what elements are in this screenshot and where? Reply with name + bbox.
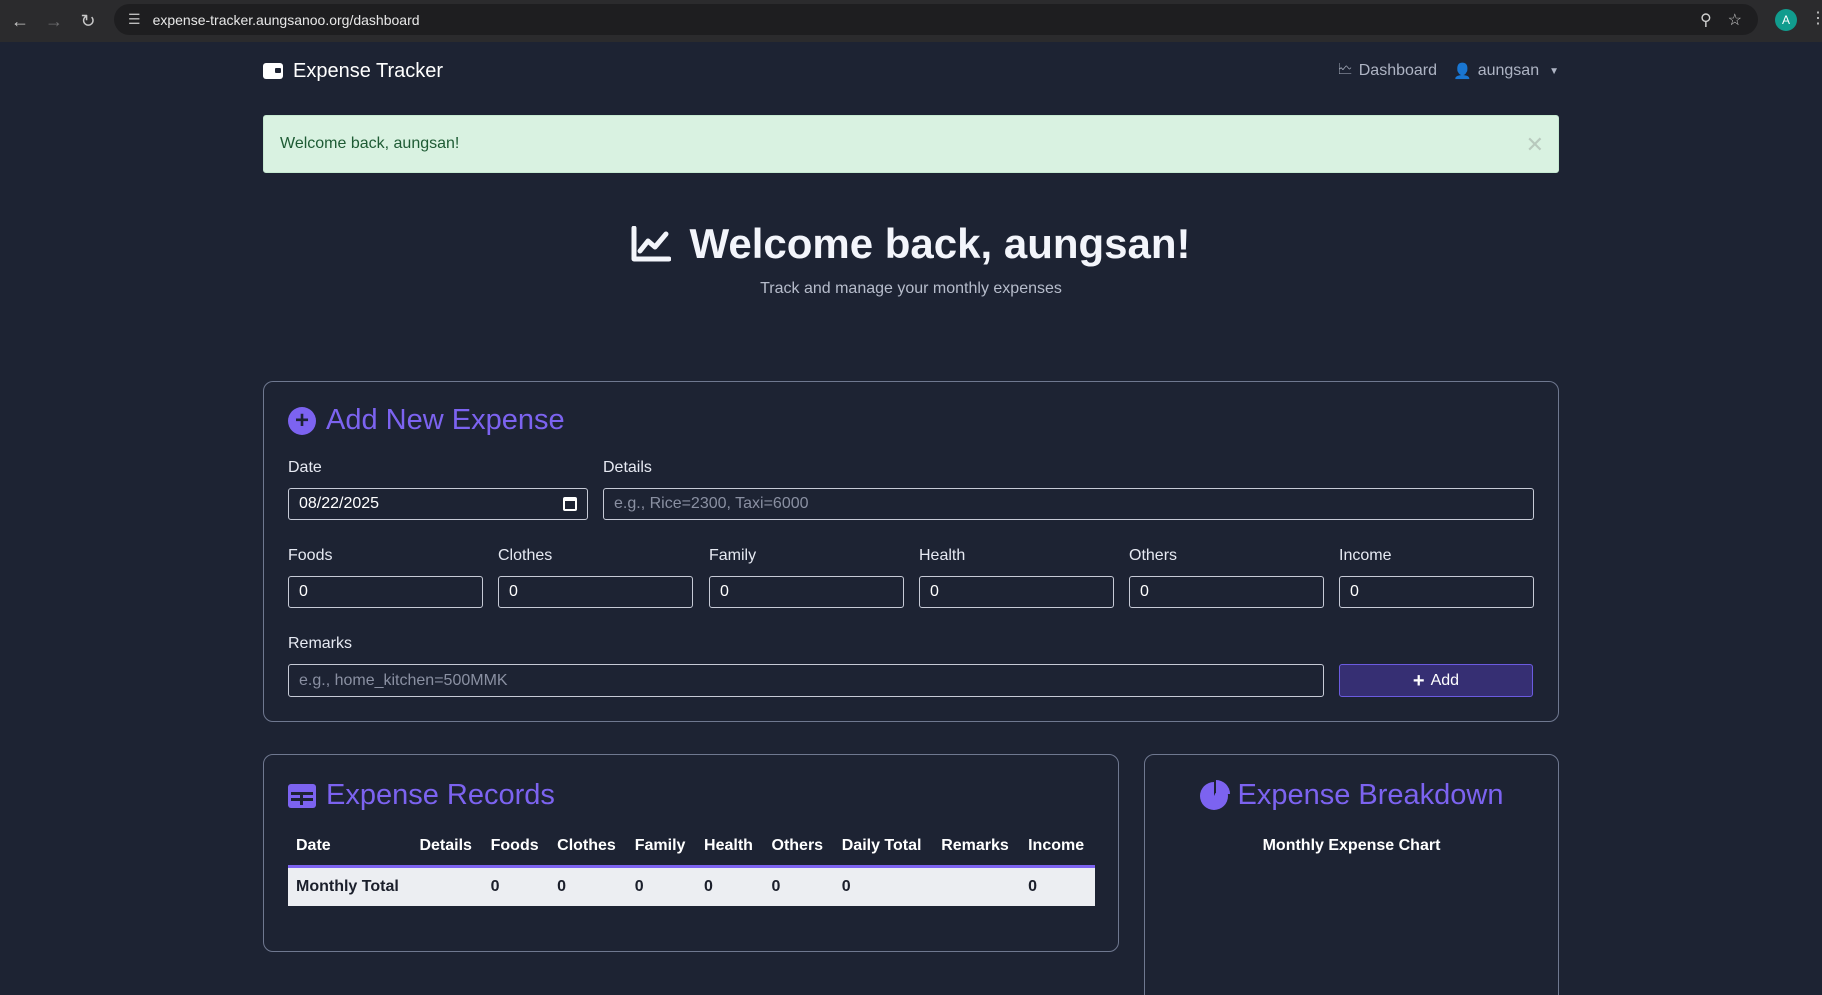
hero-section: Welcome back, aungsan! Track and manage …	[263, 220, 1559, 298]
table-cell: 0	[833, 866, 934, 906]
others-input[interactable]: 0	[1129, 576, 1324, 608]
breakdown-title-text: Expense Breakdown	[1237, 779, 1504, 811]
expense-breakdown-card: Expense Breakdown Monthly Expense Chart	[1144, 754, 1559, 995]
column-header[interactable]: Remarks	[933, 827, 1021, 868]
foods-input[interactable]: 0	[288, 576, 483, 608]
site-info-icon[interactable]: ☰	[128, 11, 141, 28]
brand-label: Expense Tracker	[293, 59, 444, 82]
expense-records-card: Expense Records Date Details Foods Cloth…	[263, 754, 1119, 952]
column-header[interactable]: Others	[763, 827, 834, 868]
table-cell: 0	[696, 866, 764, 906]
nav-dashboard-label: Dashboard	[1358, 62, 1438, 79]
welcome-alert: Welcome back, aungsan! ✕	[263, 115, 1559, 173]
top-navbar: Expense Tracker 🗠 Dashboard 👤 aungsan ▼	[263, 56, 1559, 86]
column-header[interactable]: Daily Total	[833, 827, 934, 868]
chart-title: Monthly Expense Chart	[1262, 837, 1441, 854]
foods-label: Foods	[288, 547, 333, 564]
user-icon: 👤	[1453, 63, 1472, 80]
add-expense-title: + Add New Expense	[288, 404, 565, 437]
health-label: Health	[919, 547, 966, 564]
page-title: Welcome back, aungsan!	[263, 220, 1559, 268]
column-header[interactable]: Health	[696, 827, 764, 868]
nav-dashboard-link[interactable]: 🗠 Dashboard	[1338, 59, 1437, 84]
browser-menu-icon[interactable]: ⋮	[1810, 8, 1822, 28]
family-input[interactable]: 0	[709, 576, 904, 608]
brand-link[interactable]: Expense Tracker	[263, 60, 443, 83]
column-header[interactable]: Date	[288, 827, 412, 868]
date-value: 08/22/2025	[299, 495, 380, 512]
chart-line-icon	[631, 226, 672, 262]
chart-line-icon: 🗠	[1337, 60, 1353, 78]
remarks-input[interactable]: e.g., home_kitchen=500MMK	[288, 664, 1324, 697]
password-key-icon[interactable]: ⚲	[1700, 10, 1712, 30]
table-cell: 0	[626, 866, 697, 906]
details-input[interactable]: e.g., Rice=2300, Taxi=6000	[603, 488, 1534, 520]
table-icon	[288, 783, 316, 808]
column-header[interactable]: Details	[411, 827, 483, 868]
url-text[interactable]: expense-tracker.aungsanoo.org/dashboard	[153, 12, 1700, 28]
family-label: Family	[709, 547, 757, 564]
table-header-row: Date Details Foods Clothes Family Health…	[288, 827, 1095, 868]
table-cell: Monthly Total	[288, 866, 412, 906]
profile-avatar[interactable]: A	[1775, 9, 1797, 31]
monthly-total-row: Monthly Total 0 0 0 0 0 0 0	[288, 866, 1095, 906]
add-button-label: Add	[1430, 671, 1460, 689]
records-table: Date Details Foods Clothes Family Health…	[288, 827, 1095, 906]
back-icon[interactable]: ←	[6, 7, 34, 35]
browser-toolbar: ← → ↻ ☰ expense-tracker.aungsanoo.org/da…	[0, 0, 1822, 42]
table-cell: 0	[1020, 866, 1095, 906]
add-expense-title-text: Add New Expense	[326, 404, 565, 436]
address-bar[interactable]: ☰ expense-tracker.aungsanoo.org/dashboar…	[114, 4, 1758, 35]
records-title: Expense Records	[288, 779, 555, 812]
table-cell: 0	[763, 866, 834, 906]
table-cell: 0	[482, 866, 550, 906]
income-label: Income	[1339, 547, 1392, 564]
date-input[interactable]: 08/22/2025	[288, 488, 588, 520]
column-header[interactable]: Clothes	[549, 827, 627, 868]
user-menu-label: aungsan	[1477, 62, 1540, 79]
reload-icon[interactable]: ↻	[74, 7, 102, 35]
calendar-icon[interactable]	[563, 497, 577, 511]
chevron-down-icon: ▼	[1549, 65, 1559, 77]
others-label: Others	[1129, 547, 1178, 564]
breakdown-title: Expense Breakdown	[1145, 779, 1558, 812]
alert-message: Welcome back, aungsan!	[280, 135, 460, 152]
user-menu-dropdown[interactable]: 👤 aungsan ▼	[1453, 62, 1559, 80]
clothes-label: Clothes	[498, 547, 553, 564]
plus-icon: +	[1412, 669, 1425, 692]
column-header[interactable]: Foods	[482, 827, 550, 868]
date-label: Date	[288, 459, 322, 476]
clothes-input[interactable]: 0	[498, 576, 693, 608]
table-cell: 0	[549, 866, 627, 906]
table-cell	[411, 866, 483, 906]
records-title-text: Expense Records	[326, 779, 555, 811]
close-icon[interactable]: ✕	[1526, 132, 1544, 158]
column-header[interactable]: Family	[626, 827, 697, 868]
add-expense-card: + Add New Expense Date 08/22/2025 Detail…	[263, 381, 1559, 722]
plus-circle-icon: +	[288, 406, 316, 435]
bookmark-star-icon[interactable]: ☆	[1728, 10, 1742, 30]
page-subtitle: Track and manage your monthly expenses	[760, 280, 1062, 297]
remarks-label: Remarks	[288, 635, 353, 652]
health-input[interactable]: 0	[919, 576, 1114, 608]
forward-icon[interactable]: →	[40, 7, 68, 35]
details-label: Details	[603, 459, 652, 476]
income-input[interactable]: 0	[1339, 576, 1534, 608]
column-header[interactable]: Income	[1020, 827, 1095, 868]
add-expense-button[interactable]: + Add	[1339, 664, 1533, 697]
table-cell	[933, 866, 1021, 906]
pie-chart-icon	[1199, 781, 1228, 810]
wallet-icon	[263, 63, 283, 79]
page-title-text: Welcome back, aungsan!	[689, 220, 1191, 267]
